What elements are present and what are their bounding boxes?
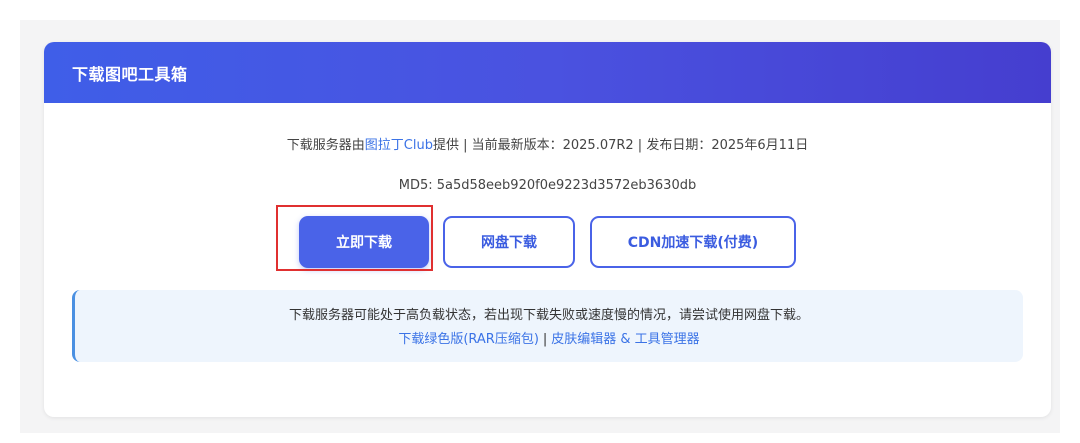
notice-links: 下载绿色版(RAR压缩包) | 皮肤编辑器 & 工具管理器	[75, 328, 1023, 347]
download-buttons: 立即下载 网盘下载 CDN加速下载(付费)	[44, 216, 1051, 270]
tuladin-club-link[interactable]: 图拉丁Club	[365, 138, 433, 153]
netdisk-download-button[interactable]: 网盘下载	[443, 216, 575, 268]
server-info-suffix: 提供 | 当前最新版本：2025.07R2 | 发布日期：2025年6月11日	[432, 138, 809, 153]
cdn-download-button[interactable]: CDN加速下载(付费)	[590, 216, 796, 268]
md5-line: MD5: 5a5d58eeb920f0e9223d3572eb3630db	[398, 178, 697, 193]
notice-text: 下载服务器可能处于高负载状态，若出现下载失败或速度慢的情况，请尝试使用网盘下载。	[288, 308, 809, 323]
download-now-button[interactable]: 立即下载	[299, 216, 429, 268]
notice-box: 下载服务器可能处于高负载状态，若出现下载失败或速度慢的情况，请尝试使用网盘下载。…	[72, 290, 1023, 362]
link-separator: |	[542, 332, 548, 347]
card-header: 下载图吧工具箱	[44, 42, 1051, 103]
server-info-line: 下载服务器由图拉丁Club提供 | 当前最新版本：2025.07R2 | 发布日…	[44, 134, 1051, 153]
server-info-prefix: 下载服务器由	[286, 138, 365, 153]
green-version-link[interactable]: 下载绿色版(RAR压缩包)	[398, 332, 539, 347]
skin-editor-link[interactable]: 皮肤编辑器 & 工具管理器	[551, 332, 699, 347]
download-card: 下载图吧工具箱 下载服务器由图拉丁Club提供 | 当前最新版本：2025.07…	[44, 42, 1051, 417]
card-title: 下载图吧工具箱	[72, 64, 188, 84]
